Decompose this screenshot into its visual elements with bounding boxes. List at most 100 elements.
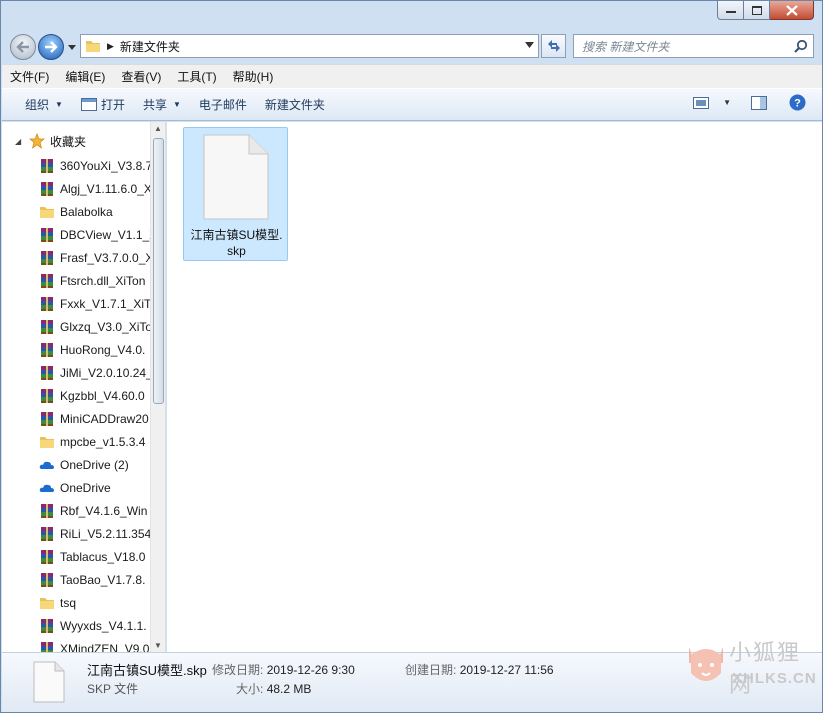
nav-scrollbar[interactable]: ▲ ▼: [150, 122, 165, 652]
navigation-pane: ◢ 收藏夹 360YouXi_V3.8.7 Algj_V1.11.6.0_X Bal…: [2, 122, 166, 652]
title-bar: [1, 1, 822, 29]
watermark: 小狐狸网 XHLKS.CN: [685, 633, 817, 707]
address-bar[interactable]: ▶ 新建文件夹: [80, 34, 539, 58]
explorer-window: ▶ 新建文件夹 搜索 新建文件夹 文件(F) 编辑(E) 查看(V) 工具(T)…: [0, 0, 823, 713]
file-item[interactable]: 江南古镇SU模型. skp: [183, 127, 288, 261]
nav-item-label: Tablacus_V18.0: [60, 549, 146, 564]
rar-archive-icon: [39, 365, 55, 381]
new-folder-button[interactable]: 新建文件夹: [256, 93, 334, 117]
rar-archive-icon: [39, 342, 55, 358]
nav-item[interactable]: Balabolka: [2, 200, 150, 223]
nav-item[interactable]: OneDrive (2): [2, 453, 150, 476]
collapse-arrow-icon[interactable]: ◢: [15, 137, 27, 146]
minimize-icon: [725, 11, 736, 13]
nav-item[interactable]: Ftsrch.dll_XiTon: [2, 269, 150, 292]
nav-item[interactable]: Algj_V1.11.6.0_X: [2, 177, 150, 200]
nav-item[interactable]: mpcbe_v1.5.3.4: [2, 430, 150, 453]
scrollbar-thumb[interactable]: [153, 138, 164, 404]
change-view-icon[interactable]: [693, 96, 710, 109]
nav-item[interactable]: DBCView_V1.1_X: [2, 223, 150, 246]
email-label: 电子邮件: [198, 98, 247, 112]
search-icon[interactable]: [794, 39, 808, 53]
rar-archive-icon: [39, 618, 55, 634]
forward-button[interactable]: [38, 34, 64, 60]
search-box[interactable]: 搜索 新建文件夹: [573, 34, 814, 58]
nav-item[interactable]: 360YouXi_V3.8.7: [2, 154, 150, 177]
nav-item[interactable]: tsq: [2, 591, 150, 614]
nav-item-label: Glxzq_V3.0_XiTo: [60, 319, 150, 334]
nav-item[interactable]: Tablacus_V18.0: [2, 545, 150, 568]
blank-document-icon: [203, 134, 269, 220]
forward-arrow-icon: [45, 41, 58, 53]
size-label: 大小:: [236, 682, 264, 696]
rar-archive-icon: [39, 273, 55, 289]
nav-item-label: XMindZEN_V9.0: [60, 641, 150, 653]
file-name-line: 江南古镇SU模型.: [190, 228, 283, 242]
nav-item[interactable]: Fxxk_V1.7.1_XiT: [2, 292, 150, 315]
scroll-down-icon[interactable]: ▼: [154, 641, 162, 650]
menu-help[interactable]: 帮助(H): [225, 66, 282, 88]
nav-item[interactable]: Wyyxds_V4.1.1.: [2, 614, 150, 637]
organize-button[interactable]: 组织 ▼: [16, 93, 72, 117]
chevron-down-icon: ▼: [55, 100, 63, 109]
favorites-node[interactable]: ◢ 收藏夹: [2, 130, 152, 152]
details-file-type: SKP 文件: [87, 682, 139, 696]
rar-archive-icon: [39, 503, 55, 519]
details-file-name: 江南古镇SU模型.skp: [87, 663, 207, 678]
minimize-button[interactable]: [717, 1, 744, 20]
menu-view[interactable]: 查看(V): [113, 66, 169, 88]
help-icon[interactable]: ?: [789, 94, 806, 111]
view-options-chevron-icon[interactable]: ▼: [723, 98, 731, 107]
nav-item-label: OneDrive: [60, 480, 111, 495]
fox-logo-icon: [689, 647, 723, 681]
share-button[interactable]: 共享 ▼: [134, 93, 190, 117]
nav-item[interactable]: XMindZEN_V9.0: [2, 637, 150, 652]
menu-tools[interactable]: 工具(T): [169, 66, 224, 88]
nav-item[interactable]: Frasf_V3.7.0.0_X: [2, 246, 150, 269]
chevron-down-icon: [68, 44, 76, 50]
back-button[interactable]: [10, 34, 36, 60]
nav-item[interactable]: OneDrive: [2, 476, 150, 499]
rar-archive-icon: [39, 641, 55, 652]
nav-item[interactable]: RiLi_V5.2.11.354: [2, 522, 150, 545]
open-window-icon: [80, 98, 97, 111]
nav-item[interactable]: Glxzq_V3.0_XiTo: [2, 315, 150, 338]
nav-item-label: Rbf_V4.1.6_Win: [60, 503, 148, 518]
watermark-text: 小狐狸网: [729, 640, 802, 697]
details-modified-date: 修改日期: 2019-12-26 9:30: [212, 661, 355, 678]
nav-item[interactable]: MiniCADDraw20: [2, 407, 150, 430]
back-arrow-icon: [16, 41, 29, 53]
nav-item[interactable]: HuoRong_V4.0.: [2, 338, 150, 361]
nav-item[interactable]: TaoBao_V1.7.8.: [2, 568, 150, 591]
email-button[interactable]: 电子邮件: [190, 93, 256, 117]
file-name-label: 江南古镇SU模型. skp: [186, 227, 287, 259]
breadcrumb-current-folder[interactable]: 新建文件夹: [120, 38, 180, 55]
menu-edit[interactable]: 编辑(E): [57, 66, 113, 88]
nav-item-label: TaoBao_V1.7.8.: [60, 572, 146, 587]
refresh-button[interactable]: [541, 34, 566, 58]
nav-item[interactable]: Kgzbbl_V4.60.0: [2, 384, 150, 407]
blank-document-icon: [33, 661, 65, 703]
nav-item-label: Fxxk_V1.7.1_XiT: [60, 296, 150, 311]
file-list-view: 江南古镇SU模型. skp: [167, 122, 822, 652]
nav-item[interactable]: Rbf_V4.1.6_Win: [2, 499, 150, 522]
nav-item-label: JiMi_V2.0.10.24_: [60, 365, 150, 380]
recent-pages-dropdown[interactable]: [67, 41, 77, 53]
scroll-up-icon[interactable]: ▲: [154, 124, 162, 133]
close-button[interactable]: [770, 1, 814, 20]
preview-pane-icon[interactable]: [751, 95, 767, 110]
nav-item-label: Algj_V1.11.6.0_X: [60, 181, 150, 196]
size-value: 48.2 MB: [266, 682, 312, 696]
rar-archive-icon: [39, 250, 55, 266]
rar-archive-icon: [39, 411, 55, 427]
menu-file[interactable]: 文件(F): [2, 66, 57, 88]
rar-archive-icon: [39, 549, 55, 565]
onedrive-icon: [39, 480, 55, 496]
maximize-button[interactable]: [744, 1, 770, 20]
breadcrumb-separator-icon[interactable]: ▶: [107, 41, 114, 52]
chevron-down-icon: ▼: [172, 100, 181, 109]
chevron-down-icon[interactable]: [525, 42, 534, 48]
open-button[interactable]: 打开: [72, 93, 134, 117]
refresh-icon: [547, 40, 560, 52]
nav-item[interactable]: JiMi_V2.0.10.24_: [2, 361, 150, 384]
